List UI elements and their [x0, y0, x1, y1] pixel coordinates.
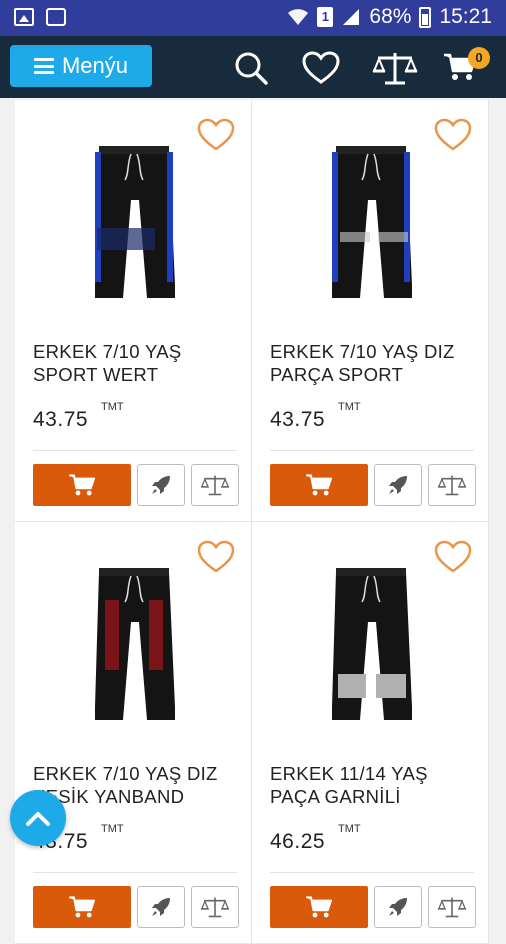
product-name[interactable]: ERKEK 11/14 YAŞ PAÇA GARNİLİ	[270, 762, 480, 808]
battery-icon	[419, 6, 432, 28]
clock: 15:21	[439, 5, 492, 28]
search-icon[interactable]	[232, 49, 270, 87]
product-card[interactable]: ERKEK 7/10 YAŞ DIZ KESİK YANBAND 43.75 TMT	[15, 522, 252, 944]
add-to-cart-button[interactable]	[33, 886, 131, 928]
gallery-notification-icon	[14, 8, 34, 26]
menu-button[interactable]: Menýu	[10, 45, 152, 87]
product-price: 46.25 TMT	[270, 823, 361, 853]
rocket-icon	[152, 898, 170, 916]
signal-icon	[343, 9, 360, 25]
cart-icon	[306, 896, 332, 918]
quick-buy-button[interactable]	[374, 464, 422, 506]
menu-button-label: Menýu	[61, 53, 129, 78]
product-name[interactable]: ERKEK 7/10 YAŞ SPORT WERT	[33, 340, 243, 386]
favorite-heart-icon[interactable]	[434, 118, 472, 152]
hamburger-icon	[33, 58, 54, 74]
product-price: 43.75 TMT	[33, 401, 124, 431]
compare-button[interactable]	[191, 464, 239, 506]
product-card[interactable]: ERKEK 7/10 YAŞ SPORT WERT 43.75 TMT	[15, 100, 252, 522]
divider	[33, 872, 237, 873]
divider	[33, 450, 237, 451]
compare-scale-icon	[437, 897, 467, 918]
rocket-icon	[389, 898, 407, 916]
price-currency: TMT	[338, 401, 361, 413]
price-currency: TMT	[101, 823, 124, 835]
scroll-top-button[interactable]	[10, 790, 66, 846]
wifi-icon	[288, 9, 309, 25]
product-price: 43.75 TMT	[270, 401, 361, 431]
add-to-cart-button[interactable]	[270, 464, 368, 506]
quick-buy-button[interactable]	[137, 886, 185, 928]
wishlist-heart-icon[interactable]	[302, 51, 340, 85]
quick-buy-button[interactable]	[137, 464, 185, 506]
cart-icon	[69, 896, 95, 918]
add-to-cart-button[interactable]	[33, 464, 131, 506]
product-name[interactable]: ERKEK 7/10 YAŞ DIZ KESİK YANBAND	[33, 762, 243, 808]
price-currency: TMT	[338, 823, 361, 835]
rocket-icon	[389, 476, 407, 494]
top-navigation-bar: Menýu 0	[0, 36, 506, 98]
chevron-up-icon	[26, 812, 50, 826]
rocket-icon	[152, 476, 170, 494]
sim-icon: 1	[317, 7, 334, 27]
divider	[270, 872, 474, 873]
quick-buy-button[interactable]	[374, 886, 422, 928]
add-to-cart-button[interactable]	[270, 886, 368, 928]
product-image[interactable]	[75, 562, 193, 732]
divider	[270, 450, 474, 451]
price-currency: TMT	[101, 401, 124, 413]
product-image[interactable]	[312, 562, 430, 732]
product-image[interactable]	[312, 140, 430, 310]
product-card[interactable]: ERKEK 7/10 YAŞ DIZ PARÇA SPORT 43.75 TMT	[252, 100, 489, 522]
message-notification-icon	[46, 8, 66, 26]
favorite-heart-icon[interactable]	[197, 540, 235, 574]
battery-percent: 68%	[369, 5, 412, 28]
product-card[interactable]: ERKEK 11/14 YAŞ PAÇA GARNİLİ 46.25 TMT	[252, 522, 489, 944]
status-bar: 1 68% 15:21	[0, 0, 506, 36]
compare-scale-icon	[200, 897, 230, 918]
compare-scale-icon	[437, 475, 467, 496]
cart-icon	[69, 474, 95, 496]
compare-button[interactable]	[428, 464, 476, 506]
product-name[interactable]: ERKEK 7/10 YAŞ DIZ PARÇA SPORT	[270, 340, 480, 386]
compare-scale-icon	[200, 475, 230, 496]
compare-button[interactable]	[428, 886, 476, 928]
favorite-heart-icon[interactable]	[197, 118, 235, 152]
favorite-heart-icon[interactable]	[434, 540, 472, 574]
compare-scale-icon[interactable]	[372, 49, 418, 87]
cart-count-badge: 0	[468, 47, 490, 69]
compare-button[interactable]	[191, 886, 239, 928]
cart-icon	[306, 474, 332, 496]
product-image[interactable]	[75, 140, 193, 310]
